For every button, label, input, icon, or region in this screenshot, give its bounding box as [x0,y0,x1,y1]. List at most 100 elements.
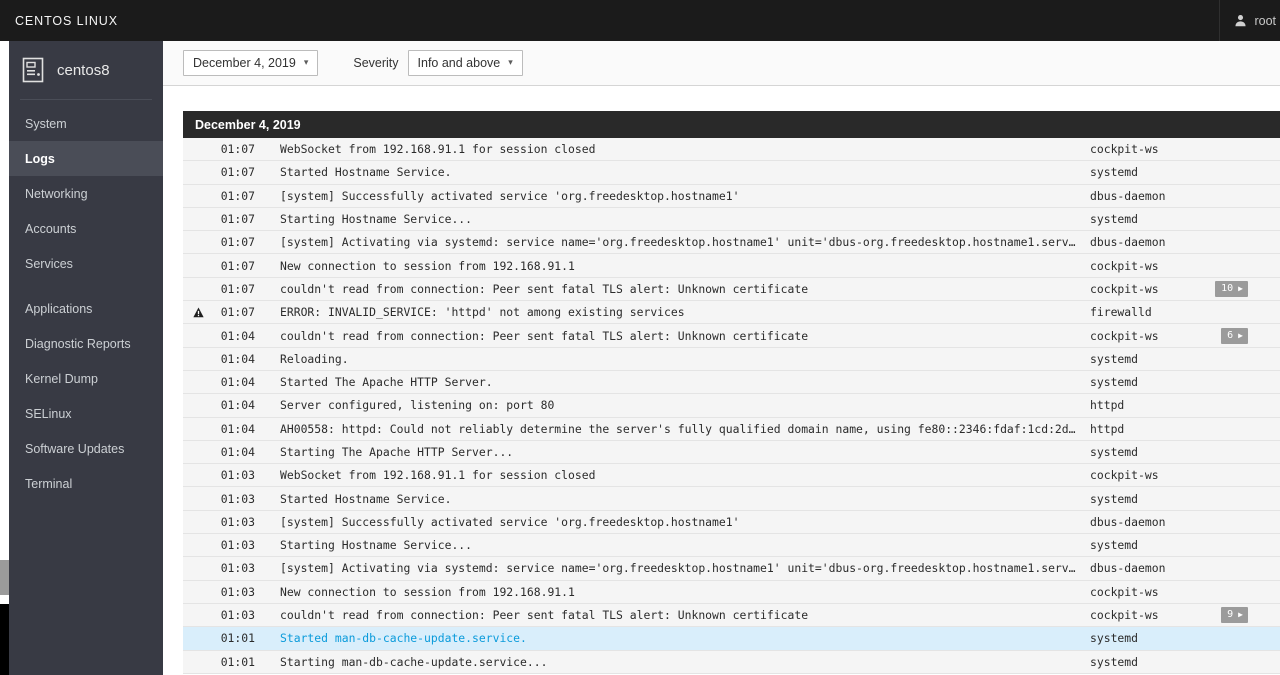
date-filter-value: December 4, 2019 [193,56,296,70]
log-entry-row[interactable]: 01:03 [system] Successfully activated ser… [183,510,1280,535]
log-entry-service: httpd [1090,421,1125,436]
scrollbar-thumb[interactable] [0,560,9,595]
sidebar-nav: System Logs Networking Accounts Services Appl… [9,100,163,501]
log-entry-time: 01:04 [220,328,255,343]
log-entry-row[interactable]: 01:04 couldn't read from connection: Peer… [183,324,1280,348]
user-name-label: root [1254,13,1276,28]
log-entry-service: cockpit-ws [1090,328,1159,343]
log-entry-time: 01:03 [220,608,255,623]
log-entry-row[interactable]: 01:03 Started Hostname Service. systemd [183,487,1280,511]
severity-filter-value: Info and above [417,56,501,70]
sidebar-item-accounts[interactable]: Accounts [9,211,163,246]
sidebar-item-kernel-dump[interactable]: Kernel Dump [9,361,163,396]
sidebar-item-label: Logs [25,151,55,166]
log-entry-message: Starting Hostname Service... [280,212,473,227]
log-entry-row[interactable]: 01:07 WebSocket from 192.168.91.1 for ses… [183,138,1280,162]
host-selector[interactable]: centos8 [9,41,163,99]
log-entry-row[interactable]: 01:07 ERROR: INVALID_SERVICE: 'httpd' not… [183,301,1280,325]
log-entry-row[interactable]: 01:03 Starting Hostname Service... systemd [183,534,1280,558]
log-entry-row[interactable]: 01:03 [system] Activating via systemd: se… [183,557,1280,581]
log-entry-row[interactable]: 01:03 WebSocket from 192.168.91.1 for ses… [183,464,1280,488]
log-entry-time: 01:01 [220,631,255,646]
log-entry-count-badge[interactable]: 10 ▶ [1215,280,1248,297]
log-entry-count-badge[interactable]: 6 ▶ [1221,327,1248,344]
sidebar-item-terminal[interactable]: Terminal [9,466,163,501]
log-entry-message: couldn't read from connection: Peer sent… [280,281,809,296]
log-entry-row[interactable]: 01:01 Starting man-db-cache-update.servic… [183,650,1280,674]
log-entry-row[interactable]: 01:04 AH00558: httpd: Could not reliably … [183,417,1280,441]
sidebar-item-system[interactable]: System [9,106,163,141]
log-entry-message: Starting Hostname Service... [280,538,473,553]
sidebar-item-selinux[interactable]: SELinux [9,396,163,431]
sidebar-item-label: Accounts [25,221,77,236]
date-filter-dropdown[interactable]: December 4, 2019 ▾ [183,50,319,76]
log-entry-time: 01:04 [220,351,255,366]
log-entry-service-cell: httpd [1090,422,1280,436]
log-entry-service: systemd [1090,165,1139,180]
log-entry-message: [system] Activating via systemd: service… [280,561,1078,576]
sidebar-item-label: System [25,116,67,131]
user-icon [1235,15,1246,27]
log-entry-row[interactable]: 01:03 New connection to session from 192.… [183,580,1280,604]
log-entry-row[interactable]: 01:07 [system] Activating via systemd: se… [183,231,1280,255]
user-menu[interactable]: root [1219,0,1280,41]
sidebar-item-software-updates[interactable]: Software Updates [9,431,163,466]
log-entry-message: New connection to session from 192.168.9… [280,584,575,599]
log-panel: December 4, 2019 01:07 WebSocket from 192… [183,111,1280,674]
log-entry-message-cell: couldn't read from connection: Peer sent… [255,608,1090,622]
sidebar-item-networking[interactable]: Networking [9,176,163,211]
log-entry-service: systemd [1090,538,1139,553]
log-entry-message-cell: [system] Activating via systemd: service… [255,561,1090,575]
log-entry-row[interactable]: 01:01 Started man-db-cache-update.service… [183,627,1280,651]
log-entry-row[interactable]: 01:04 Reloading. systemd [183,347,1280,371]
log-entry-service-cell: systemd [1090,375,1280,389]
log-entry-count-badge[interactable]: 9 ▶ [1221,607,1248,624]
log-entry-service-cell: systemd [1090,631,1280,645]
log-entry-service-cell: cockpit-ws [1090,468,1280,482]
page-scrollbar[interactable] [0,41,9,675]
log-entry-time: 01:07 [220,305,255,320]
log-entry-row[interactable]: 01:04 Starting The Apache HTTP Server... s… [183,440,1280,465]
log-entry-service-cell: firewalld [1090,305,1280,319]
log-entry-message-cell: Started Hostname Service. [255,492,1090,506]
log-entry-message: WebSocket from 192.168.91.1 for session … [280,468,596,483]
log-entry-time: 01:07 [220,142,255,157]
severity-filter-dropdown[interactable]: Info and above ▾ [407,50,523,76]
log-entry-service-cell: systemd [1090,492,1280,506]
sidebar-item-services[interactable]: Services [9,246,163,281]
log-entry-row[interactable]: 01:07 Started Hostname Service. systemd [183,161,1280,185]
sidebar-item-applications[interactable]: Applications [9,291,163,326]
chevron-right-icon: ▶ [1238,283,1243,293]
log-entry-message-cell: Started man-db-cache-update.service. [255,631,1090,645]
brand-title: CENTOS LINUX [15,13,118,28]
log-entry-time: 01:03 [220,468,255,483]
log-entry-time: 01:07 [220,212,255,227]
server-icon [22,57,44,83]
log-entry-message: [system] Successfully activated service … [280,514,740,529]
sidebar-item-label: Networking [25,186,88,201]
log-entry-row[interactable]: 01:07 [system] Successfully activated ser… [183,184,1280,208]
log-entry-time: 01:03 [220,491,255,506]
log-entry-service-cell: systemd [1090,212,1280,226]
sidebar-item-logs[interactable]: Logs [9,141,163,176]
log-entry-row[interactable]: 01:03 couldn't read from connection: Peer… [183,603,1280,628]
log-entry-row[interactable]: 01:07 couldn't read from connection: Peer… [183,277,1280,302]
main-content: December 4, 2019 ▾ Severity Info and abo… [163,41,1280,675]
sidebar-item-diagnostic-reports[interactable]: Diagnostic Reports [9,326,163,361]
log-entry-service: cockpit-ws [1090,142,1159,157]
log-entry-row[interactable]: 01:04 Started The Apache HTTP Server. syst… [183,370,1280,395]
log-entry-row[interactable]: 01:07 New connection to session from 192.… [183,254,1280,278]
log-entry-service: dbus-daemon [1090,235,1166,250]
log-entry-message: [system] Successfully activated service … [280,188,740,203]
logs-toolbar: December 4, 2019 ▾ Severity Info and abo… [163,41,1280,86]
log-entry-service: cockpit-ws [1090,608,1159,623]
log-entry-message-cell: New connection to session from 192.168.9… [255,585,1090,599]
log-entry-row[interactable]: 01:04 Server configured, listening on: po… [183,394,1280,418]
sidebar-group-spacer [9,281,163,291]
log-entry-message-cell: Starting The Apache HTTP Server... [255,445,1090,459]
log-entry-message: couldn't read from connection: Peer sent… [280,608,809,623]
log-entry-time: 01:03 [220,538,255,553]
log-entry-service: systemd [1090,445,1139,459]
log-entry-service-cell: systemd [1090,352,1280,366]
log-entry-row[interactable]: 01:07 Starting Hostname Service... systemd [183,207,1280,232]
